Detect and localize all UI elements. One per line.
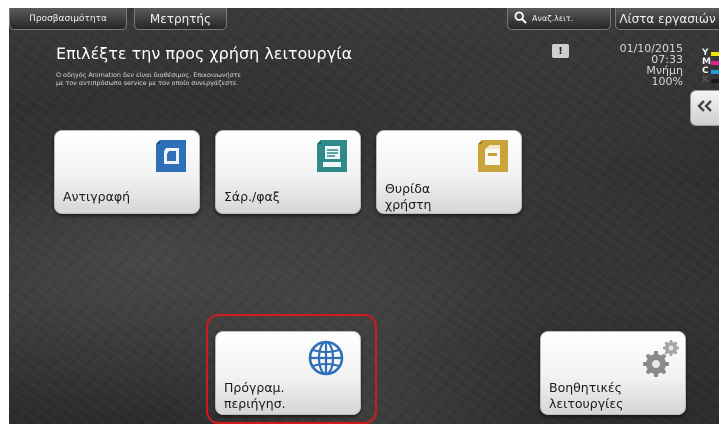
counter-tab[interactable]: Μετρητής [134, 8, 227, 30]
web-browser-button[interactable]: Πρόγραμ. περιήγησ. [215, 331, 361, 415]
status-message-line: με τον αντιπρόσωπο service με τον οποίο … [56, 79, 239, 87]
job-list-tab[interactable]: Λίστα εργασιών [615, 8, 719, 30]
function-search-label: Αναζ.λειτ. [532, 14, 574, 23]
scan-fax-icon [312, 137, 350, 175]
toner-level-bar [711, 78, 719, 83]
copy-icon [151, 137, 189, 175]
web-browser-label-line: Πρόγραμ. [224, 380, 285, 395]
scan-fax-button[interactable]: Σάρ./φαξ [215, 130, 361, 214]
job-list-tab-label: Λίστα εργασιών [619, 11, 716, 26]
page-title: Επιλέξτε την προς χρήση λειτουργία [56, 44, 353, 63]
toner-level-bar [711, 51, 719, 56]
user-box-label: Θυρίδα χρήστη [385, 181, 431, 213]
web-browser-label: Πρόγραμ. περιήγησ. [224, 380, 286, 412]
collapse-panel-button[interactable] [690, 90, 719, 126]
toner-level-bar [711, 69, 719, 74]
accessibility-tab[interactable]: Προσβασιμότητα [9, 8, 127, 30]
toner-level-bar [711, 60, 719, 65]
status-message: Ο οδηγός Animation δεν είναι διαθέσιμος.… [56, 71, 386, 87]
copy-label: Αντιγραφή [63, 189, 131, 204]
toner-letter: K [702, 75, 709, 85]
utility-label-line: Βοηθητικές [549, 380, 622, 395]
user-box-label-line: χρήστη [385, 197, 432, 212]
gears-icon [641, 338, 679, 377]
counter-tab-label: Μετρητής [149, 11, 212, 26]
user-box-icon [473, 137, 511, 175]
control-panel-screen: Προσβασιμότητα Μετρητής Αναζ.λειτ. Λίστα… [9, 8, 719, 424]
copy-button[interactable]: Αντιγραφή [54, 130, 200, 214]
accessibility-tab-label: Προσβασιμότητα [29, 13, 107, 24]
utility-label-line: λειτουργίες [549, 396, 624, 411]
globe-icon [308, 340, 346, 378]
utility-button[interactable]: Βοηθητικές λειτουργίες [540, 331, 686, 415]
utility-label: Βοηθητικές λειτουργίες [549, 380, 623, 412]
scan-fax-label: Σάρ./φαξ [224, 189, 280, 204]
alert-icon[interactable]: ! [552, 44, 569, 58]
device-status: 01/10/2015 07:33 Μνήμη 100% [589, 43, 683, 87]
status-message-line: Ο οδηγός Animation δεν είναι διαθέσιμος.… [56, 71, 242, 79]
web-browser-label-line: περιήγησ. [224, 396, 286, 411]
function-search-tab[interactable]: Αναζ.λειτ. [507, 8, 611, 30]
double-chevron-left-icon [697, 100, 713, 116]
toner-indicator: Y M C K [702, 49, 719, 85]
toner-row-k: K [702, 76, 719, 85]
memory-value: 100% [651, 75, 683, 88]
user-box-button[interactable]: Θυρίδα χρήστη [376, 130, 522, 214]
magnifier-icon [514, 10, 527, 27]
user-box-label-line: Θυρίδα [385, 181, 431, 196]
